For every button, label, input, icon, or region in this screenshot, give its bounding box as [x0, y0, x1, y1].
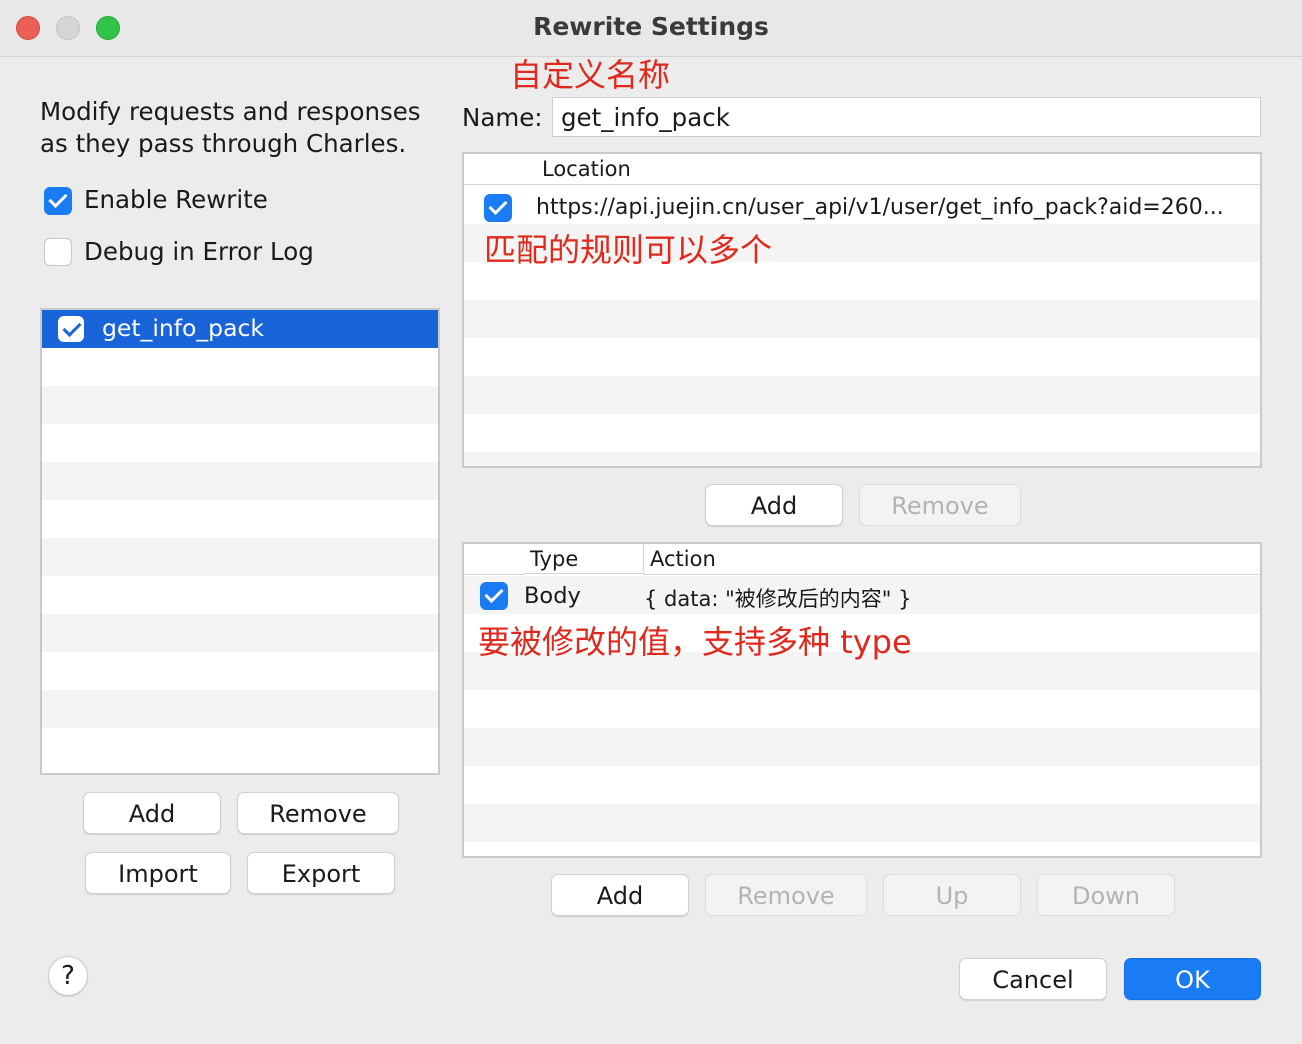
- sets-remove-button[interactable]: Remove: [237, 792, 399, 834]
- name-input[interactable]: get_info_pack: [552, 97, 1261, 137]
- window-title: Rewrite Settings: [533, 12, 769, 41]
- location-row-checkbox[interactable]: [484, 194, 512, 222]
- description: Modify requests and responses as they pa…: [40, 96, 440, 160]
- locations-remove-button[interactable]: Remove: [859, 484, 1021, 526]
- rules-check-column-header: [464, 544, 525, 575]
- locations-table[interactable]: Location https://api.juejin.cn/user_api/…: [462, 152, 1262, 468]
- ok-button[interactable]: OK: [1124, 958, 1261, 1000]
- description-line-2: as they pass through Charles.: [40, 129, 407, 158]
- table-row[interactable]: https://api.juejin.cn/user_api/v1/user/g…: [464, 186, 1260, 224]
- table-row[interactable]: Body { data: "被修改后的内容" }: [464, 576, 1260, 614]
- location-url: https://api.juejin.cn/user_api/v1/user/g…: [536, 195, 1224, 220]
- type-column-header[interactable]: Type: [524, 544, 644, 574]
- rewrite-sets-list[interactable]: get_info_pack: [40, 308, 440, 775]
- rules-remove-button[interactable]: Remove: [705, 874, 867, 916]
- rules-add-button[interactable]: Add: [551, 874, 689, 916]
- rule-action: { data: "被修改后的内容" }: [644, 587, 912, 611]
- debug-error-log-label: Debug in Error Log: [84, 237, 314, 266]
- help-button[interactable]: ?: [48, 956, 88, 996]
- action-column-header[interactable]: Action: [644, 544, 1260, 575]
- sets-export-button[interactable]: Export: [247, 852, 395, 894]
- enable-rewrite-checkbox[interactable]: [44, 187, 72, 215]
- title-bar: Rewrite Settings: [0, 0, 1302, 57]
- rules-up-button[interactable]: Up: [883, 874, 1021, 916]
- name-input-value: get_info_pack: [561, 103, 730, 132]
- annotation-action: 要被修改的值，支持多种 type: [478, 623, 912, 661]
- rules-down-button[interactable]: Down: [1037, 874, 1175, 916]
- annotation-name: 自定义名称: [510, 56, 671, 94]
- name-label: Name:: [462, 103, 543, 132]
- locations-add-button[interactable]: Add: [705, 484, 843, 526]
- rewrite-settings-window: Rewrite Settings 自定义名称 Modify requests a…: [0, 0, 1302, 1044]
- set-item-label: get_info_pack: [102, 314, 265, 342]
- cancel-button[interactable]: Cancel: [959, 958, 1107, 1000]
- description-line-1: Modify requests and responses: [40, 97, 421, 126]
- rules-table[interactable]: Type Action Body { data: "被修改后的内容" }: [462, 542, 1262, 858]
- sets-add-button[interactable]: Add: [83, 792, 221, 834]
- set-item-checkbox[interactable]: [58, 316, 84, 342]
- rule-row-checkbox[interactable]: [480, 582, 508, 610]
- locations-check-column-header: [464, 154, 535, 185]
- rule-type: Body: [524, 583, 581, 609]
- annotation-location: 匹配的规则可以多个: [484, 231, 773, 269]
- debug-error-log-checkbox[interactable]: [44, 238, 72, 266]
- locations-column-header[interactable]: Location: [534, 154, 1260, 185]
- sets-import-button[interactable]: Import: [85, 852, 231, 894]
- enable-rewrite-label: Enable Rewrite: [84, 185, 268, 214]
- list-item[interactable]: get_info_pack: [42, 310, 438, 348]
